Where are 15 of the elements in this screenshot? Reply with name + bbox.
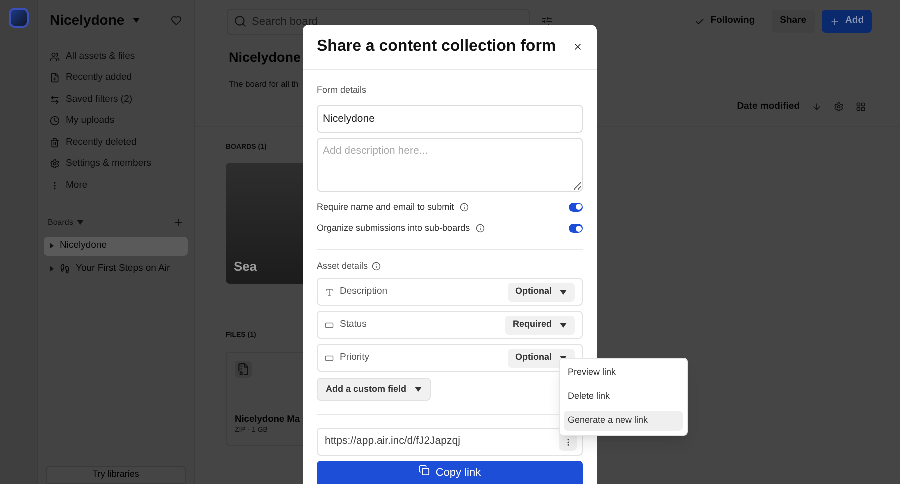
file-name: Nicelydone Ma: [235, 412, 300, 426]
field-name: Priority: [340, 350, 370, 365]
board-title: Nicelydone: [229, 49, 302, 67]
board-card-title: Sea: [234, 258, 258, 276]
field-name: Status: [340, 318, 367, 332]
link-url: https://app.air.inc/d/fJ2Japzqj: [325, 434, 460, 450]
section-label: Form details: [317, 84, 368, 97]
section-label: Asset details: [317, 260, 368, 272]
dialog-title: Share a content collection form: [317, 37, 556, 57]
toggle-label: Organize submissions into sub-boards: [317, 222, 470, 235]
board-name: Your First Steps on Air: [76, 262, 170, 276]
field-name: Description: [340, 284, 388, 299]
board-description: The board for all th: [229, 78, 299, 91]
toggle-label: Require name and email to submit: [317, 200, 454, 214]
board-name: Nicelydone: [60, 238, 107, 253]
